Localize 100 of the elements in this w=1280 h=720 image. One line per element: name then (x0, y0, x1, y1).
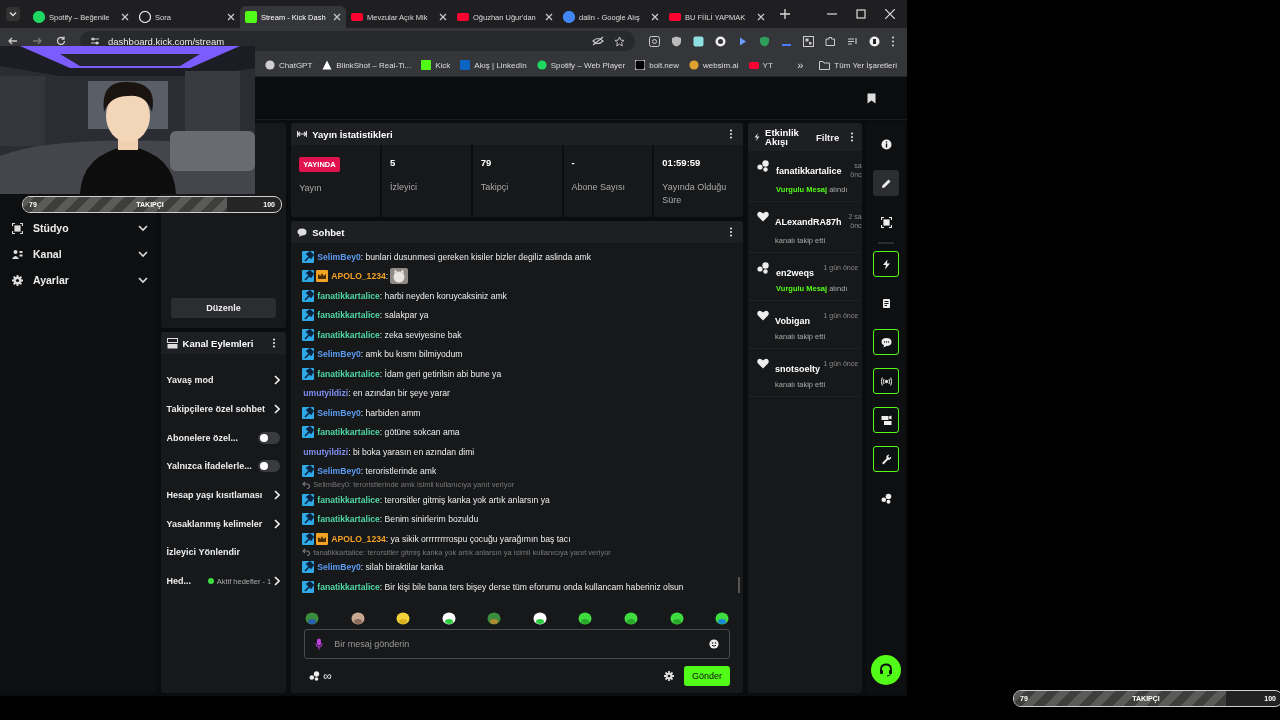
shield-icon[interactable] (671, 35, 682, 47)
close-icon[interactable] (439, 13, 447, 21)
close-icon[interactable] (545, 13, 553, 21)
rail-button[interactable] (873, 251, 900, 277)
emoji-icon[interactable] (709, 639, 720, 649)
channel-action-item[interactable]: İzleyici Yönlendir (166, 538, 281, 567)
username-link[interactable]: fanatikkartalice (317, 494, 380, 505)
close-icon[interactable] (121, 13, 129, 21)
message-field[interactable]: Bir mesaj gönderin (304, 629, 731, 659)
send-button[interactable]: Gönder (684, 666, 731, 686)
username-link[interactable]: APOLO_1234 (331, 533, 386, 544)
close-icon[interactable] (757, 13, 765, 21)
emote-icon[interactable] (532, 611, 547, 625)
close-icon[interactable] (885, 9, 895, 19)
chevron-right-icon[interactable] (274, 490, 281, 501)
profile-icon[interactable] (869, 35, 880, 47)
rail-button[interactable] (873, 407, 900, 433)
bookmark[interactable]: ChatGPT (265, 60, 313, 70)
more-icon[interactable] (850, 132, 855, 142)
bookmark[interactable]: Spotify – Web Player (536, 60, 626, 70)
username-link[interactable]: SelimBey0 (317, 466, 361, 477)
chevron-down-icon[interactable] (137, 250, 148, 258)
close-icon[interactable] (227, 13, 235, 21)
username-link[interactable]: SelimBey0 (317, 562, 361, 573)
username-link[interactable]: fanatikkartalice (317, 427, 380, 438)
channel-action-item[interactable]: Takipçilere özel sohbet (166, 394, 281, 424)
media-icon[interactable] (847, 35, 858, 47)
maximize-icon[interactable] (856, 9, 866, 19)
filter-button[interactable]: Filtre (815, 131, 840, 143)
username-link[interactable]: fanatikkartalice (317, 581, 380, 592)
username-link[interactable]: SelimBey0 (317, 407, 361, 418)
chevron-right-icon[interactable] (274, 576, 281, 587)
reload-icon[interactable] (56, 36, 66, 46)
back-icon[interactable] (8, 36, 18, 46)
bookmark[interactable]: YT (748, 60, 773, 70)
event-username[interactable]: en2weqs (776, 268, 815, 278)
bookmark[interactable]: BlinkShot – Real-Ti... (322, 60, 412, 70)
extension-icon[interactable] (715, 35, 726, 47)
chevron-right-icon[interactable] (274, 518, 281, 529)
message-input[interactable]: Bir mesaj gönderin (332, 638, 701, 650)
username-link[interactable]: SelimBey0 (317, 349, 361, 360)
puzzle-icon[interactable] (825, 35, 836, 47)
emote-icon[interactable] (350, 611, 365, 625)
event-username[interactable]: ALexandRA87h (775, 217, 842, 227)
edit-button[interactable]: Düzenle (170, 298, 277, 318)
sidebar-item[interactable]: Kanal (0, 241, 156, 267)
username-link[interactable]: fanatikkartalice (317, 368, 380, 379)
username-link[interactable]: fanatikkartalice (317, 329, 380, 340)
chevron-right-icon[interactable] (274, 375, 281, 386)
emote-icon[interactable] (578, 611, 593, 625)
username-link[interactable]: fanatikkartalice (317, 310, 380, 321)
toggle-switch[interactable] (258, 431, 281, 444)
emote-icon[interactable] (441, 611, 456, 625)
menu-icon[interactable] (891, 35, 895, 47)
emote-icon[interactable] (624, 611, 638, 625)
channel-action-item[interactable]: Yasaklanmış kelimeler (166, 509, 281, 539)
microphone-icon[interactable] (315, 638, 324, 650)
extension-icon[interactable] (649, 35, 660, 47)
event-username[interactable]: fanatikkartalice (776, 166, 842, 176)
username-link[interactable]: fanatikkartalice (317, 514, 380, 525)
extension-icon[interactable] (693, 35, 704, 47)
eye-off-icon[interactable] (592, 35, 604, 46)
bookmark[interactable]: Akış | LinkedIn (460, 60, 527, 70)
close-icon[interactable] (651, 13, 659, 21)
chevron-down-icon[interactable] (137, 276, 148, 284)
all-bookmarks-folder[interactable]: Tüm Yer İşaretleri (819, 60, 907, 70)
more-icon[interactable] (729, 129, 734, 139)
emote-icon[interactable] (669, 611, 684, 625)
more-icon[interactable] (272, 338, 277, 348)
event-username[interactable]: Vobigan (775, 316, 810, 326)
username-link[interactable]: SelimBey0 (317, 251, 361, 262)
more-bookmarks-button[interactable]: » (797, 59, 804, 71)
bookmark[interactable]: bolt.new (635, 60, 679, 70)
points-icon[interactable] (309, 671, 321, 681)
rail-button[interactable] (873, 446, 900, 472)
shield-icon[interactable] (759, 35, 770, 47)
channel-action-item[interactable]: Hesap yaşı kısıtlaması (166, 480, 281, 510)
username-link[interactable]: APOLO_1234 (331, 271, 386, 282)
chevron-right-icon[interactable] (274, 404, 281, 415)
star-icon[interactable] (614, 35, 625, 47)
event-username[interactable]: snotsoelty (775, 364, 821, 374)
channel-action-item[interactable]: Yavaş mod (166, 366, 281, 395)
sidebar-item[interactable]: Stüdyo (0, 215, 156, 241)
sidebar-item[interactable]: Ayarlar (0, 267, 156, 293)
play-icon[interactable] (737, 35, 748, 47)
address-bar[interactable]: dashboard.kick.com/stream (80, 31, 635, 51)
qr-icon[interactable] (803, 35, 814, 47)
bookmark[interactable]: Kick (421, 60, 451, 70)
rail-button[interactable] (873, 329, 900, 355)
chevron-down-icon[interactable] (137, 224, 148, 232)
emote-icon[interactable] (396, 611, 411, 625)
settings-icon[interactable] (664, 671, 675, 681)
more-icon[interactable] (729, 227, 734, 237)
forward-icon[interactable] (32, 36, 42, 46)
new-tab-icon[interactable] (780, 9, 790, 19)
bookmark-icon[interactable] (867, 92, 876, 104)
support-button[interactable] (871, 655, 902, 685)
toggle-switch[interactable] (258, 460, 281, 473)
rail-button[interactable] (873, 170, 900, 196)
username-link[interactable]: fanatikkartalice (317, 290, 380, 301)
